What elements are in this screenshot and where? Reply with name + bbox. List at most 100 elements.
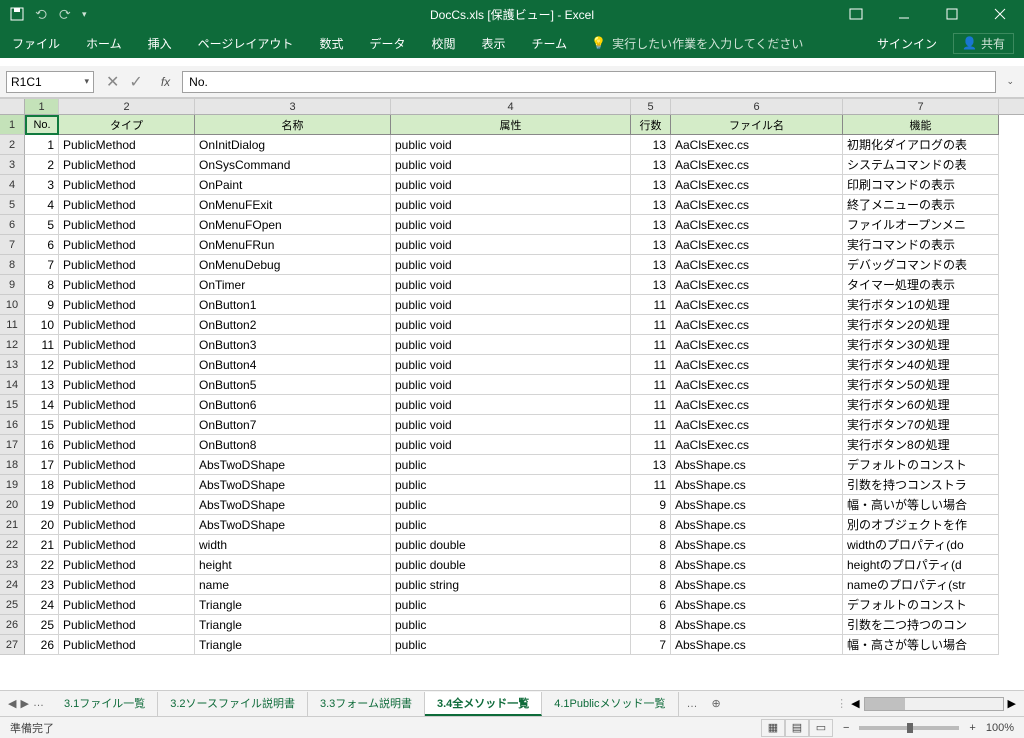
- cell[interactable]: AbsShape.cs: [671, 575, 843, 595]
- cell[interactable]: PublicMethod: [59, 495, 195, 515]
- cell[interactable]: 17: [25, 455, 59, 475]
- col-header-4[interactable]: 4: [391, 99, 631, 114]
- cell[interactable]: 6: [631, 595, 671, 615]
- sheet-nav-prev-icon[interactable]: ◀: [8, 697, 16, 710]
- cell[interactable]: AbsShape.cs: [671, 595, 843, 615]
- hscroll-thumb[interactable]: [865, 698, 905, 710]
- cell[interactable]: 11: [631, 375, 671, 395]
- cell[interactable]: AbsShape.cs: [671, 455, 843, 475]
- cell[interactable]: 実行ボタン7の処理: [843, 415, 999, 435]
- row-header[interactable]: 25: [0, 595, 25, 615]
- cell[interactable]: 11: [631, 435, 671, 455]
- cell[interactable]: AbsTwoDShape: [195, 495, 391, 515]
- cell[interactable]: OnButton2: [195, 315, 391, 335]
- view-layout-icon[interactable]: ▤: [785, 719, 809, 737]
- maximize-button[interactable]: [932, 0, 972, 28]
- cell[interactable]: 6: [25, 235, 59, 255]
- cell[interactable]: 12: [25, 355, 59, 375]
- select-all-corner[interactable]: [0, 99, 25, 114]
- cell[interactable]: public double: [391, 555, 631, 575]
- cell[interactable]: 8: [631, 535, 671, 555]
- cell[interactable]: PublicMethod: [59, 335, 195, 355]
- cell[interactable]: OnButton8: [195, 435, 391, 455]
- sheet-tab[interactable]: 3.3フォーム説明書: [308, 692, 425, 716]
- cell[interactable]: OnSysCommand: [195, 155, 391, 175]
- cell[interactable]: public void: [391, 375, 631, 395]
- sign-in-link[interactable]: サインイン: [877, 35, 937, 52]
- cell[interactable]: 実行ボタン8の処理: [843, 435, 999, 455]
- ribbon-tab-home[interactable]: ホーム: [84, 35, 124, 52]
- cell[interactable]: AbsShape.cs: [671, 635, 843, 655]
- cell[interactable]: AbsTwoDShape: [195, 455, 391, 475]
- cell[interactable]: AaClsExec.cs: [671, 295, 843, 315]
- cell[interactable]: Triangle: [195, 615, 391, 635]
- cell[interactable]: public: [391, 455, 631, 475]
- cell[interactable]: PublicMethod: [59, 475, 195, 495]
- cell[interactable]: AbsShape.cs: [671, 475, 843, 495]
- cell[interactable]: PublicMethod: [59, 515, 195, 535]
- qat-customize-icon[interactable]: ▾: [82, 9, 87, 20]
- cell[interactable]: 7: [25, 255, 59, 275]
- cell[interactable]: public void: [391, 395, 631, 415]
- cell[interactable]: PublicMethod: [59, 295, 195, 315]
- row-header[interactable]: 14: [0, 375, 25, 395]
- row-header[interactable]: 24: [0, 575, 25, 595]
- cell[interactable]: PublicMethod: [59, 255, 195, 275]
- cell[interactable]: 幅・高いが等しい場合: [843, 495, 999, 515]
- cell[interactable]: 11: [631, 355, 671, 375]
- cell[interactable]: AaClsExec.cs: [671, 215, 843, 235]
- header-cell[interactable]: ファイル名: [671, 115, 843, 135]
- cell[interactable]: 8: [631, 515, 671, 535]
- cell[interactable]: デフォルトのコンスト: [843, 455, 999, 475]
- header-cell[interactable]: No.: [25, 115, 59, 135]
- header-cell[interactable]: タイプ: [59, 115, 195, 135]
- cell[interactable]: AaClsExec.cs: [671, 135, 843, 155]
- cell[interactable]: OnPaint: [195, 175, 391, 195]
- cell[interactable]: 7: [631, 635, 671, 655]
- ribbon-tab-data[interactable]: データ: [367, 35, 407, 52]
- cell[interactable]: AaClsExec.cs: [671, 195, 843, 215]
- row-header[interactable]: 6: [0, 215, 25, 235]
- cell[interactable]: PublicMethod: [59, 615, 195, 635]
- cell[interactable]: OnTimer: [195, 275, 391, 295]
- ribbon-tab-view[interactable]: 表示: [479, 35, 507, 52]
- cell[interactable]: public string: [391, 575, 631, 595]
- row-header[interactable]: 17: [0, 435, 25, 455]
- row-header[interactable]: 16: [0, 415, 25, 435]
- cell[interactable]: AaClsExec.cs: [671, 335, 843, 355]
- share-button[interactable]: 👤 共有: [953, 33, 1014, 54]
- cell[interactable]: PublicMethod: [59, 455, 195, 475]
- cell[interactable]: AaClsExec.cs: [671, 435, 843, 455]
- cell[interactable]: 13: [25, 375, 59, 395]
- cell[interactable]: 11: [631, 295, 671, 315]
- sheet-tab[interactable]: 3.4全メソッド一覧: [425, 692, 542, 716]
- cell[interactable]: public: [391, 475, 631, 495]
- cell[interactable]: 11: [631, 335, 671, 355]
- cell[interactable]: nameのプロパティ(str: [843, 575, 999, 595]
- cell[interactable]: public void: [391, 175, 631, 195]
- cell[interactable]: AbsShape.cs: [671, 535, 843, 555]
- cell[interactable]: public: [391, 635, 631, 655]
- cell[interactable]: 13: [631, 455, 671, 475]
- cell[interactable]: height: [195, 555, 391, 575]
- cell[interactable]: public void: [391, 295, 631, 315]
- cell[interactable]: AbsShape.cs: [671, 495, 843, 515]
- cell[interactable]: public: [391, 495, 631, 515]
- redo-icon[interactable]: [58, 7, 72, 21]
- cell[interactable]: 4: [25, 195, 59, 215]
- sheet-tab[interactable]: 4.1Publicメソッド一覧: [542, 692, 678, 716]
- cell[interactable]: 13: [631, 275, 671, 295]
- row-header[interactable]: 19: [0, 475, 25, 495]
- fx-icon[interactable]: fx: [155, 75, 176, 89]
- cell[interactable]: PublicMethod: [59, 595, 195, 615]
- cell[interactable]: 引数を持つコンストラ: [843, 475, 999, 495]
- cell[interactable]: AbsTwoDShape: [195, 515, 391, 535]
- row-header[interactable]: 5: [0, 195, 25, 215]
- cell[interactable]: 8: [631, 575, 671, 595]
- cell[interactable]: Triangle: [195, 635, 391, 655]
- cell[interactable]: width: [195, 535, 391, 555]
- ribbon-tab-team[interactable]: チーム: [530, 35, 570, 52]
- row-header[interactable]: 13: [0, 355, 25, 375]
- cell[interactable]: PublicMethod: [59, 175, 195, 195]
- col-header-5[interactable]: 5: [631, 99, 671, 114]
